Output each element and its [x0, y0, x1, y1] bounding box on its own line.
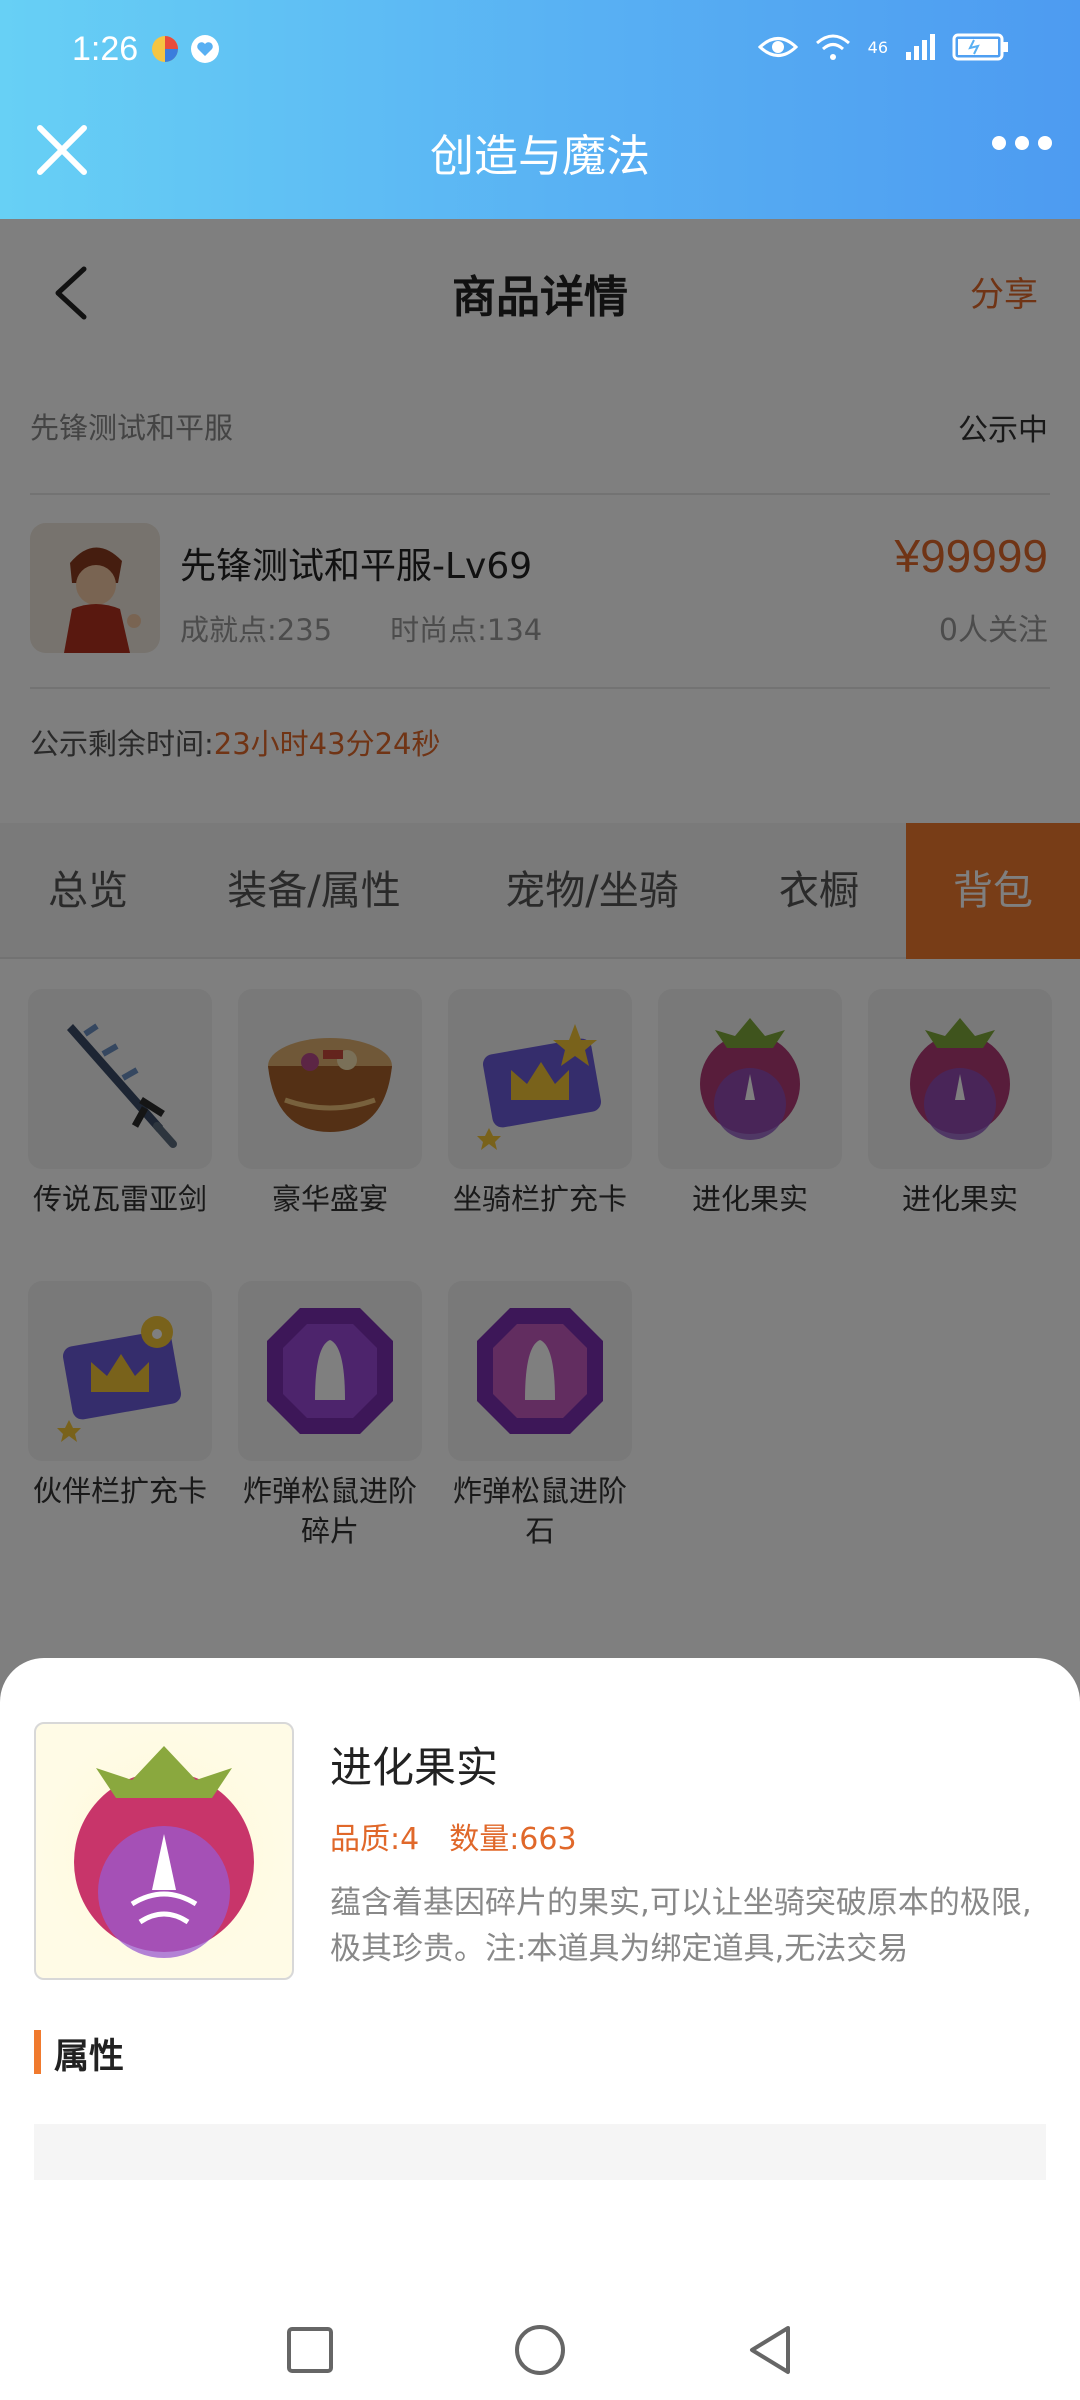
status-system-icons: 46: [757, 32, 1010, 62]
item-detail-sheet: 进化果实 品质:4 数量:663 蕴含着基因碎片的果实,可以让坐骑突破原本的极限…: [0, 1658, 1080, 2400]
item-quantity: 数量:663: [449, 1822, 577, 1857]
item-meta: 品质:4 数量:663: [330, 1814, 577, 1858]
eye-icon: [757, 37, 798, 57]
app-top-bar: 1:26 46 创造与魔法: [0, 0, 1080, 219]
item-image: [34, 1722, 294, 1980]
more-options-icon[interactable]: [992, 136, 1052, 150]
item-quality: 品质:4: [330, 1822, 420, 1857]
status-notification-icons: [150, 34, 220, 64]
wifi-icon: [815, 34, 850, 60]
item-description: 蕴含着基因碎片的果实,可以让坐骑突破原本的极限,极其珍贵。注:本道具为绑定道具,…: [330, 1885, 1032, 1967]
section-title: 属性: [54, 2037, 125, 2077]
network-type-label: 46: [867, 37, 888, 57]
recent-apps-icon[interactable]: [280, 2320, 340, 2380]
home-icon[interactable]: [510, 2320, 570, 2380]
signal-icon: [906, 34, 935, 60]
battery-icon: [952, 33, 1008, 61]
heart-notification-icon: [191, 35, 219, 63]
app-title: 创造与魔法: [430, 131, 650, 182]
raspberry-icon: [36, 1724, 292, 1978]
section-accent-bar: [34, 2030, 41, 2074]
back-nav-icon[interactable]: [740, 2320, 800, 2380]
system-navigation-bar: [0, 2290, 1080, 2400]
status-time: 1:26: [72, 30, 139, 68]
attributes-panel: [34, 2124, 1046, 2180]
item-title: 进化果实: [330, 1743, 499, 1792]
app-notification-icon: [152, 36, 178, 62]
